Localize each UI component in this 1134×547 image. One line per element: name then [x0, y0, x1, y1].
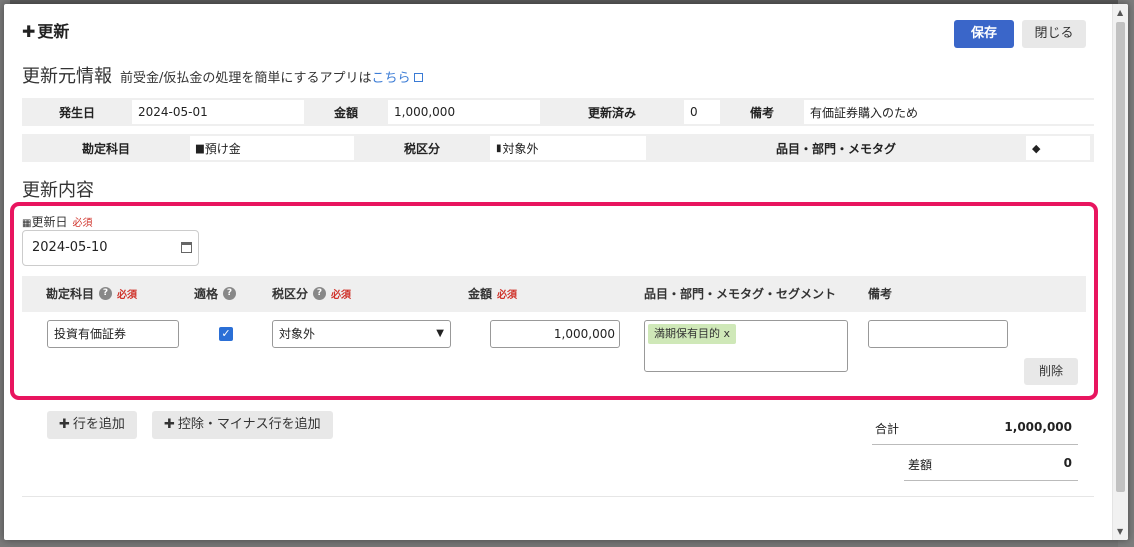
- modal-title: ✚ 更新: [22, 18, 69, 42]
- source-info-row-1: 発生日 2024-05-01 金額 1,000,000 更新済み 0 備考 有価…: [22, 98, 1094, 126]
- bookmark-icon: ▮: [496, 142, 502, 154]
- plus-icon: ✚: [59, 417, 70, 432]
- required-badge: 必須: [497, 290, 518, 301]
- account-input[interactable]: 投資有価証券: [47, 320, 179, 348]
- plus-icon: ✚: [164, 417, 175, 432]
- update-date-input[interactable]: 2024-05-10: [22, 230, 199, 266]
- modal-content: ✚ 更新 保存 閉じる 更新元情報 前受金/仮払金の処理を簡単にするアプリはこちら …: [4, 4, 1110, 540]
- modal-scrollbar[interactable]: ▲ ▼: [1112, 4, 1128, 540]
- source-info-heading-text: 更新元情報: [22, 66, 112, 87]
- col-eligible: 適格?: [194, 276, 237, 312]
- eligible-checkbox[interactable]: ✓: [219, 327, 233, 341]
- chevron-down-icon: ▼: [436, 328, 444, 339]
- items-value: ◆: [1026, 136, 1090, 160]
- help-icon[interactable]: ?: [223, 287, 237, 300]
- tax-select[interactable]: 対象外 ▼: [272, 320, 451, 348]
- col-items: 品目・部門・メモタグ・セグメント: [644, 287, 837, 301]
- col-tax-text: 税区分: [272, 287, 309, 301]
- app-link[interactable]: こちら: [372, 71, 411, 86]
- tag-chip-label: 満期保有目的: [654, 327, 720, 340]
- account-value-text: 預け金: [204, 141, 241, 156]
- update-modal: ✚ 更新 保存 閉じる 更新元情報 前受金/仮払金の処理を簡単にするアプリはこちら …: [4, 4, 1128, 540]
- total-value: 1,000,000: [1004, 420, 1072, 434]
- col-amount: 金額 必須: [468, 276, 517, 312]
- amount-label: 金額: [333, 105, 358, 120]
- source-info-row-2: 勘定科目 ▆ 預け金 税区分 ▮ 対象外 品目・部門・メモタグ ◆: [22, 134, 1094, 162]
- amount-value: 1,000,000: [388, 100, 540, 124]
- tax-value: ▮ 対象外: [490, 136, 646, 160]
- tag-icon: ◆: [1032, 141, 1041, 155]
- add-row-label: 行を追加: [72, 417, 125, 432]
- remarks-label: 備考: [749, 105, 774, 120]
- source-info-note: 前受金/仮払金の処理を簡単にするアプリはこちら: [120, 71, 423, 86]
- required-badge: 必須: [117, 290, 138, 301]
- tax-select-value: 対象外: [279, 327, 316, 341]
- tax-label: 税区分: [403, 141, 440, 156]
- add-minus-row-label: 控除・マイナス行を追加: [177, 417, 321, 432]
- help-icon[interactable]: ?: [99, 287, 113, 300]
- help-icon[interactable]: ?: [313, 287, 327, 300]
- updated-value: 0: [684, 100, 720, 124]
- plus-icon: ✚: [22, 22, 36, 41]
- calendar-icon[interactable]: [181, 242, 192, 253]
- required-badge: 必須: [72, 218, 93, 229]
- updated-label: 更新済み: [587, 105, 636, 120]
- tag-chip: 満期保有目的 x: [648, 324, 737, 344]
- add-row-button[interactable]: ✚ 行を追加: [47, 411, 137, 439]
- scroll-up-icon[interactable]: ▲: [1117, 8, 1123, 17]
- scroll-down-icon[interactable]: ▼: [1117, 527, 1123, 536]
- col-amount-text: 金額: [468, 287, 493, 301]
- diff-value: 0: [1063, 456, 1072, 470]
- col-eligible-text: 適格: [194, 287, 219, 301]
- save-button[interactable]: 保存: [954, 20, 1014, 48]
- diff-label: 差額: [908, 458, 933, 472]
- total-divider: [872, 444, 1078, 445]
- source-info-note-prefix: 前受金/仮払金の処理を簡単にするアプリは: [120, 71, 372, 86]
- modal-title-text: 更新: [37, 22, 70, 41]
- account-label: 勘定科目: [81, 141, 130, 156]
- update-date-value: 2024-05-10: [32, 240, 108, 255]
- col-tax: 税区分? 必須: [272, 276, 351, 312]
- book-icon: ▆: [196, 142, 204, 154]
- issue-date-label: 発生日: [58, 105, 95, 120]
- items-label: 品目・部門・メモタグ: [775, 141, 896, 156]
- line-table-header: 勘定科目? 必須 適格? 税区分? 必須 金額 必須 品目・部門・メモタグ・セグメント…: [22, 276, 1086, 312]
- tag-remove-icon[interactable]: x: [724, 327, 731, 340]
- source-info-heading: 更新元情報 前受金/仮払金の処理を簡単にするアプリはこちら: [22, 62, 423, 88]
- delete-row-button[interactable]: 削除: [1024, 358, 1078, 385]
- total-label: 合計: [875, 422, 900, 436]
- remarks-value: 有価証券購入のため: [804, 100, 1094, 124]
- remarks-input[interactable]: [868, 320, 1008, 348]
- diff-divider: [904, 480, 1078, 481]
- scrollbar-thumb[interactable]: [1116, 22, 1125, 492]
- tax-value-text: 対象外: [502, 141, 539, 156]
- add-minus-row-button[interactable]: ✚ 控除・マイナス行を追加: [152, 411, 333, 439]
- issue-date-value: 2024-05-01: [132, 100, 304, 124]
- col-account: 勘定科目? 必須: [46, 276, 137, 312]
- col-account-text: 勘定科目: [46, 287, 95, 301]
- account-value: ▆ 預け金: [190, 136, 354, 160]
- close-button[interactable]: 閉じる: [1022, 20, 1086, 48]
- update-date-label-text: 更新日: [31, 215, 68, 229]
- external-link-icon: [413, 73, 423, 82]
- required-badge: 必須: [331, 290, 352, 301]
- footer-divider: [22, 496, 1094, 497]
- amount-input[interactable]: 1,000,000: [490, 320, 620, 348]
- update-date-label: ▦更新日 必須: [22, 213, 92, 230]
- col-remarks: 備考: [868, 287, 893, 301]
- update-content-heading: 更新内容: [22, 180, 94, 201]
